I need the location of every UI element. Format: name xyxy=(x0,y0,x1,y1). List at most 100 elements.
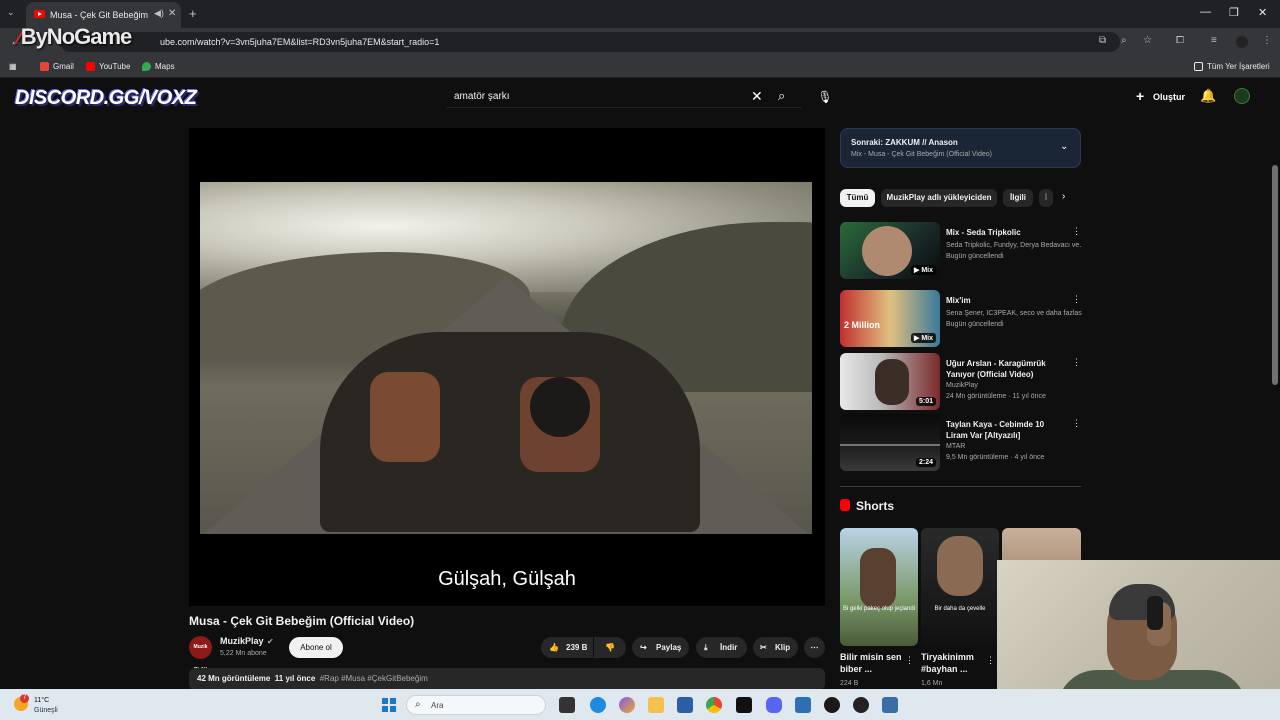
channel-name[interactable]: MuzikPlay xyxy=(220,636,264,646)
bookmark-maps[interactable]: Maps xyxy=(142,62,175,71)
notes-icon[interactable] xyxy=(795,697,811,713)
discord-icon[interactable] xyxy=(766,697,782,713)
rec-title[interactable]: Mix - Seda Tripkolic xyxy=(946,227,1068,238)
search-input[interactable]: amatör şarkı xyxy=(454,91,510,102)
rec-channel[interactable]: MuzikPlay xyxy=(946,380,1082,391)
edge-icon[interactable] xyxy=(590,697,606,713)
rec-item[interactable]: 2:24 Taylan Kaya - Cebimde 10 Liram Var … xyxy=(840,414,1081,474)
download-icon: ⤓ xyxy=(704,643,708,652)
bookmark-gmail[interactable]: Gmail xyxy=(40,62,74,71)
new-tab-button[interactable]: + xyxy=(189,6,197,21)
mail-icon[interactable] xyxy=(882,697,898,713)
rec-item[interactable]: 2 Million ▶ Mix Mix'im Sena Şener, IC3PE… xyxy=(840,290,1082,350)
rec-item[interactable]: 5:01 Uğur Arslan - Karagümrük Yanıyor (O… xyxy=(840,353,1081,413)
weather-widget[interactable]: 7 11°C Güneşli xyxy=(14,693,74,717)
file-explorer-icon[interactable] xyxy=(648,697,664,713)
subscriber-count: 5,22 Mn abone xyxy=(220,650,267,657)
description-box[interactable]: 42 Mn görüntüleme 11 yıl önce #Rap #Musa… xyxy=(189,668,825,689)
extensions-icon[interactable]: ⧠ xyxy=(1176,35,1184,46)
create-button[interactable]: + Oluştur xyxy=(1131,86,1189,108)
up-next-panel[interactable]: Sonraki: ZAKKUM // Anason Mix - Musa - Ç… xyxy=(840,128,1081,168)
rec-thumbnail[interactable]: 2:24 xyxy=(840,414,940,471)
rec-thumbnail[interactable]: ▶ Mix xyxy=(840,222,940,279)
channel-avatar[interactable]: Muzik PLAY xyxy=(189,636,212,673)
video-player[interactable]: Gülşah, Gülşah xyxy=(189,128,825,606)
zoom-icon[interactable]: ⌕ xyxy=(1121,35,1127,46)
hashtags[interactable]: #Rap #Musa #ÇekGitBebeğim xyxy=(320,674,428,683)
short-thumbnail[interactable]: Bi gelki pakeç olup jeçlandi xyxy=(840,528,918,646)
restore-icon[interactable]: ❐ xyxy=(1229,6,1239,19)
maps-icon xyxy=(142,62,151,71)
rec-thumbnail[interactable]: 5:01 xyxy=(840,353,940,410)
bookmark-youtube[interactable]: YouTube xyxy=(86,62,130,71)
create-label: Oluştur xyxy=(1153,92,1186,102)
media-control-icon[interactable]: ≡ xyxy=(1211,35,1217,46)
download-button[interactable]: ⤓ İndir xyxy=(696,637,747,658)
chip-related[interactable]: İlgili xyxy=(1003,189,1033,207)
share-button[interactable]: ↪ Paylaş xyxy=(632,637,689,658)
windows-start-icon[interactable] xyxy=(382,698,396,712)
bookmark-label: YouTube xyxy=(99,62,131,71)
rec-title[interactable]: Uğur Arslan - Karagümrük Yanıyor (Offici… xyxy=(946,358,1068,380)
rec-channel[interactable]: MTAR xyxy=(946,441,1082,452)
obs-icon[interactable] xyxy=(853,697,869,713)
all-bookmarks[interactable]: Tüm Yer İşaretleri xyxy=(1194,62,1270,71)
apps-grid-icon[interactable]: ▦ xyxy=(9,62,17,71)
search-icon[interactable]: ⌕ xyxy=(778,88,785,104)
thumb-person xyxy=(875,359,909,405)
clip-label: Klip xyxy=(775,643,791,652)
video-frame[interactable] xyxy=(200,182,812,534)
close-window-icon[interactable]: ✕ xyxy=(1258,6,1267,19)
more-vertical-icon[interactable]: ⋮ xyxy=(1072,418,1081,429)
terminal-icon[interactable] xyxy=(736,697,752,713)
store-icon[interactable] xyxy=(677,697,693,713)
more-vertical-icon[interactable]: ⋮ xyxy=(1072,294,1081,305)
download-label: İndir xyxy=(720,643,738,652)
subscribe-button[interactable]: Abone ol xyxy=(289,637,343,658)
address-bar[interactable]: ube.com/watch?v=3vn5juha7EM&list=RD3vn5j… xyxy=(60,32,1120,52)
shorts-logo-icon xyxy=(840,499,850,511)
chip-all[interactable]: Tümü xyxy=(840,189,875,207)
voice-search-mic-icon[interactable]: 🎙 xyxy=(814,86,836,108)
tab-close-icon[interactable]: ✕ xyxy=(168,8,176,19)
page-scrollbar[interactable] xyxy=(1272,165,1278,385)
clear-search-icon[interactable]: ✕ xyxy=(751,88,763,105)
chrome-icon[interactable] xyxy=(706,697,722,713)
rec-title[interactable]: Taylan Kaya - Cebimde 10 Liram Var [Alty… xyxy=(946,419,1068,441)
rec-item[interactable]: ▶ Mix Mix - Seda Tripkolic Seda Tripkoli… xyxy=(840,222,1082,282)
browser-toolbar: ← ube.com/watch?v=3vn5juha7EM&list=RD3vn… xyxy=(0,28,1280,56)
short-thumbnail[interactable]: Bir daha da çevelle xyxy=(921,528,999,646)
more-actions-button[interactable]: ⋯ xyxy=(804,637,825,658)
short-title[interactable]: Bilir misin sen biber ... xyxy=(840,651,906,675)
url-text[interactable]: ube.com/watch?v=3vn5juha7EM&list=RD3vn5j… xyxy=(160,37,439,47)
cast-icon[interactable]: ⧉ xyxy=(1099,35,1106,46)
rec-duration: 2:24 xyxy=(915,458,936,467)
more-vertical-icon[interactable]: ⋮ xyxy=(1072,357,1081,368)
clip-button[interactable]: ✂ Klip xyxy=(753,637,798,658)
copilot-icon[interactable] xyxy=(619,697,635,713)
dislike-button[interactable]: 👎 xyxy=(594,637,626,658)
like-button[interactable]: 👍 239 B xyxy=(541,637,593,658)
chevron-down-icon[interactable]: ⌄ xyxy=(1060,141,1068,152)
short-title[interactable]: Tiryakinimm #bayhan ... xyxy=(921,651,987,675)
tab-audio-icon[interactable]: ◀) xyxy=(154,8,164,19)
user-avatar[interactable] xyxy=(1234,88,1250,104)
chevron-right-icon[interactable]: › xyxy=(1062,191,1065,202)
more-vertical-icon[interactable]: ⋮ xyxy=(1072,226,1081,237)
chip-from-uploader[interactable]: MuzikPlay adlı yükleyiciden xyxy=(881,189,997,207)
search-box[interactable]: amatör şarkı ✕ ⌕ xyxy=(446,86,802,108)
tab-search-chevron-icon[interactable]: ⌄ xyxy=(7,7,15,18)
more-vertical-icon[interactable]: ⋮ xyxy=(905,655,914,666)
minimize-icon[interactable]: — xyxy=(1200,6,1211,18)
task-view-icon[interactable] xyxy=(559,697,575,713)
chip-partial[interactable]: İ xyxy=(1039,189,1053,207)
taskbar-search[interactable]: ⌕ Ara xyxy=(406,695,546,715)
notifications-bell-icon[interactable]: 🔔 xyxy=(1200,88,1216,104)
rec-thumbnail[interactable]: 2 Million ▶ Mix xyxy=(840,290,940,347)
browser-menu-icon[interactable]: ⋮ xyxy=(1262,35,1272,46)
more-vertical-icon[interactable]: ⋮ xyxy=(986,655,995,666)
profile-avatar[interactable] xyxy=(1236,36,1248,48)
bookmark-star-icon[interactable]: ☆ xyxy=(1143,35,1152,46)
steam-icon[interactable] xyxy=(824,697,840,713)
rec-title[interactable]: Mix'im xyxy=(946,295,1068,306)
